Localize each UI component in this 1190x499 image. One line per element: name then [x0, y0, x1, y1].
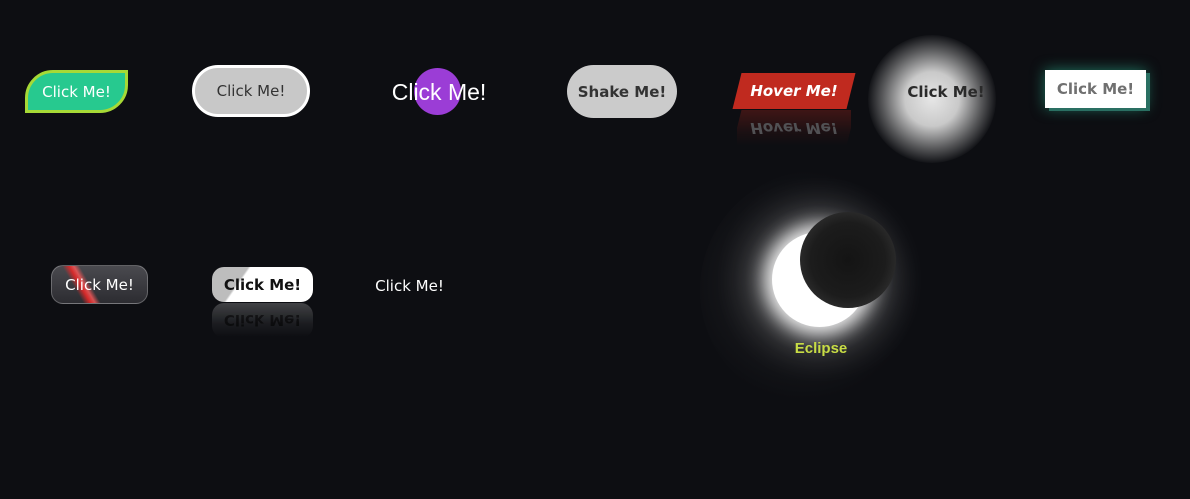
circle-fill-button-label: Click Me! — [391, 78, 487, 105]
diagonal-button-reflection-label: Click Me! — [223, 311, 302, 330]
diagonal-button[interactable]: Click Me! — [212, 267, 313, 302]
glow-button[interactable]: Click Me! — [896, 78, 996, 106]
glow-button-label: Click Me! — [907, 83, 985, 101]
shake-button[interactable]: Shake Me! — [567, 65, 677, 118]
hover-button[interactable]: Hover Me! — [737, 73, 851, 109]
pill-outline-button[interactable]: Click Me! — [192, 65, 310, 117]
hover-button-label: Hover Me! — [750, 82, 838, 100]
glass-stripe-button[interactable]: Click Me! — [51, 265, 148, 304]
teal-shadow-button[interactable]: Click Me! — [1045, 70, 1146, 108]
leaf-button[interactable]: Click Me! — [25, 70, 128, 113]
pill-outline-button-label: Click Me! — [216, 82, 286, 100]
glass-stripe-button-label: Click Me! — [65, 275, 134, 294]
hover-button-reflection-label: Hover Me! — [750, 119, 838, 137]
circle-fill-button[interactable]: Click Me! — [380, 74, 498, 110]
diagonal-button-label: Click Me! — [223, 275, 302, 294]
hover-button-reflection: Hover Me! — [737, 110, 851, 146]
eclipse-moon — [800, 212, 896, 308]
eclipse-label-text: Eclipse — [794, 339, 848, 357]
teal-shadow-button-label: Click Me! — [1056, 80, 1135, 98]
diagonal-button-reflection: Click Me! — [212, 303, 313, 338]
plain-text-button[interactable]: Click Me! — [364, 270, 455, 302]
eclipse-label: Eclipse — [771, 337, 871, 359]
plain-text-button-label: Click Me! — [375, 277, 444, 295]
shake-button-label: Shake Me! — [577, 82, 667, 101]
leaf-button-label: Click Me! — [42, 82, 111, 101]
